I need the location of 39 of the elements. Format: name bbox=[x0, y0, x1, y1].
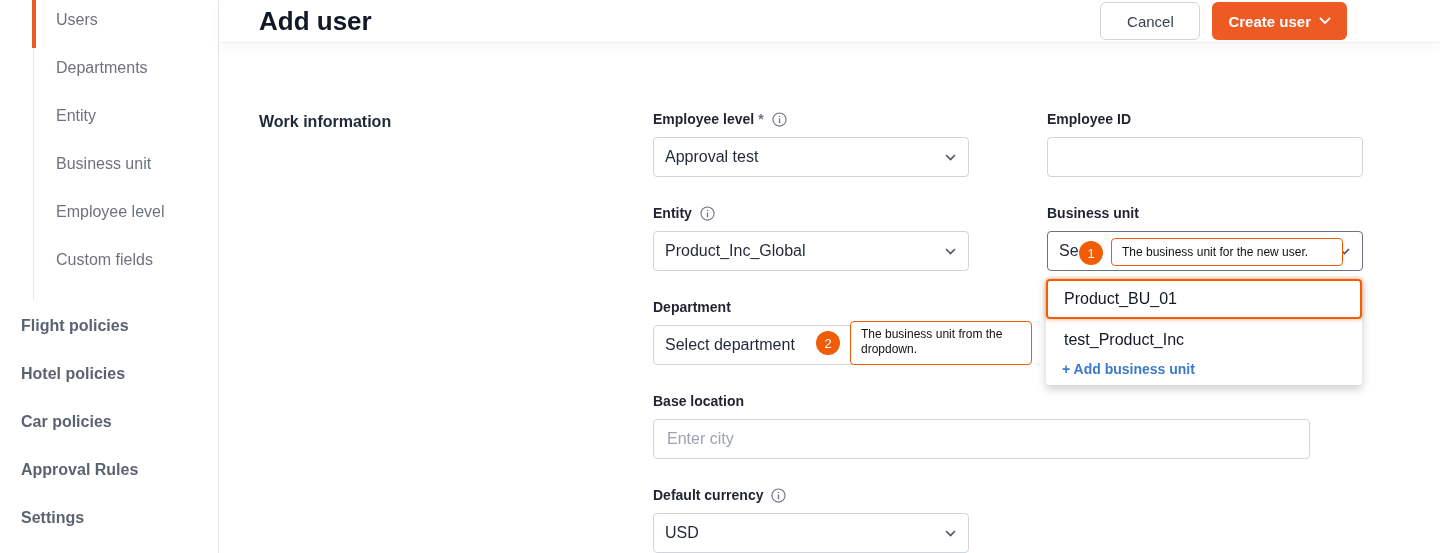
section-title: Work information bbox=[259, 112, 393, 132]
input-field[interactable] bbox=[1047, 137, 1363, 177]
chevron-down-icon bbox=[1319, 17, 1331, 25]
input-field[interactable]: Enter city bbox=[653, 419, 1310, 459]
step-badge: 1 bbox=[1079, 241, 1103, 265]
field-label: Business unit bbox=[1047, 205, 1139, 221]
sidebar-item[interactable]: Business unit bbox=[32, 144, 218, 192]
sidebar-item[interactable]: Entity bbox=[32, 96, 218, 144]
sidebar-item[interactable]: Approval Rules bbox=[0, 446, 218, 494]
add-business-unit-link[interactable]: + Add business unit bbox=[1046, 357, 1211, 377]
callout-tooltip: The business unit for the new user. bbox=[1111, 238, 1343, 266]
sidebar-item[interactable]: Hotel policies bbox=[0, 350, 218, 398]
select-field[interactable]: Approval test bbox=[653, 137, 969, 177]
sidebar-item[interactable]: Car policies bbox=[0, 398, 218, 446]
required-mark: * bbox=[758, 111, 764, 127]
page-title: Add user bbox=[259, 5, 372, 37]
field-label: Employee ID bbox=[1047, 111, 1132, 127]
dropdown-option[interactable]: Product_BU_01 bbox=[1046, 279, 1362, 319]
sidebar-item[interactable]: Employee level bbox=[32, 192, 218, 240]
create-user-button[interactable]: Create user bbox=[1212, 2, 1347, 40]
sidebar-item[interactable]: Settings bbox=[0, 494, 218, 542]
sidebar-item[interactable]: Users bbox=[32, 0, 218, 48]
chevron-down-icon bbox=[945, 529, 956, 537]
sidebar-item[interactable]: Departments bbox=[32, 48, 218, 96]
field-label: Entity bbox=[653, 205, 692, 221]
step-badge: 2 bbox=[816, 331, 840, 355]
select-field[interactable]: Product_Inc_Global bbox=[653, 231, 969, 271]
field-label: Employee level bbox=[653, 111, 755, 127]
callout-tooltip: The business unit from the dropdown. bbox=[850, 321, 1032, 365]
field-label: Base location bbox=[653, 393, 745, 409]
dropdown-option[interactable]: test_Product_Inc bbox=[1046, 319, 1362, 357]
sidebar-item[interactable]: Flight policies bbox=[0, 302, 218, 350]
sidebar-item[interactable]: Custom fields bbox=[32, 240, 218, 288]
field-label: Default currency bbox=[653, 487, 764, 503]
cancel-button[interactable]: Cancel bbox=[1100, 2, 1201, 40]
chevron-down-icon bbox=[945, 153, 956, 161]
chevron-down-icon bbox=[945, 247, 956, 255]
select-field[interactable]: USD bbox=[653, 513, 969, 553]
field-label: Department bbox=[653, 299, 731, 315]
